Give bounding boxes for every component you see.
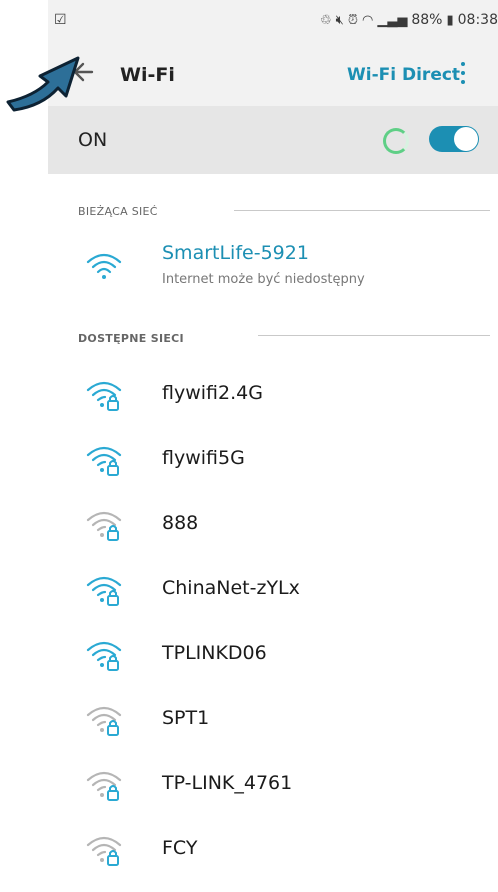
wifi-locked-icon bbox=[86, 381, 122, 411]
network-name: SPT1 bbox=[162, 707, 210, 729]
page-title: Wi-Fi bbox=[120, 64, 175, 86]
network-name: ChinaNet-zYLx bbox=[162, 577, 300, 599]
wifi-signal-icon bbox=[86, 253, 122, 279]
network-name: FCY bbox=[162, 837, 198, 859]
wifi-locked-icon bbox=[86, 641, 122, 671]
available-networks-section-label: DOSTĘPNE SIECI bbox=[78, 332, 184, 345]
current-network-name: SmartLife-5921 bbox=[162, 242, 309, 264]
more-options-icon[interactable] bbox=[460, 62, 466, 88]
network-row[interactable]: SPT1 bbox=[48, 687, 498, 751]
status-bar: ☑ ♲ 🔇︎ ⏰︎ ◠ ▁▃▅ 88% ▮ 08:38 bbox=[48, 0, 498, 44]
alarm-icon: ⏰︎ bbox=[347, 12, 359, 28]
network-row[interactable]: flywifi5G bbox=[48, 427, 498, 491]
current-network-row[interactable]: SmartLife-5921 Internet może być niedost… bbox=[48, 238, 498, 302]
pointer-arrow-icon bbox=[6, 56, 80, 112]
wifi-direct-button[interactable]: Wi-Fi Direct bbox=[347, 65, 460, 85]
wifi-locked-icon bbox=[86, 446, 122, 476]
wifi-locked-icon bbox=[86, 576, 122, 606]
battery-percent: 88% bbox=[411, 12, 443, 28]
mute-icon: 🔇︎ bbox=[335, 12, 344, 28]
network-row[interactable]: TP-LINK_4761 bbox=[48, 752, 498, 816]
battery-icon: ▮ bbox=[446, 12, 454, 28]
wifi-master-switch-row[interactable]: ON bbox=[48, 106, 498, 174]
recycle-icon: ♲ bbox=[320, 12, 332, 28]
app-bar: Wi-Fi Wi-Fi Direct bbox=[48, 44, 498, 106]
signal-icon: ▁▃▅ bbox=[377, 12, 408, 28]
status-icons: ♲ 🔇︎ ⏰︎ ◠ ▁▃▅ 88% ▮ 08:38 bbox=[320, 12, 498, 28]
network-row[interactable]: FCY bbox=[48, 817, 498, 881]
wifi-locked-icon bbox=[86, 706, 122, 736]
section-divider bbox=[258, 335, 490, 336]
network-name: flywifi2.4G bbox=[162, 382, 263, 404]
network-name: TP-LINK_4761 bbox=[162, 772, 293, 794]
section-divider bbox=[234, 210, 490, 211]
wifi-toggle[interactable] bbox=[429, 126, 479, 152]
network-name: TPLINKD06 bbox=[162, 642, 267, 664]
wifi-locked-icon bbox=[86, 836, 122, 866]
scanning-spinner-icon bbox=[383, 128, 409, 154]
network-row[interactable]: ChinaNet-zYLx bbox=[48, 557, 498, 621]
current-network-status: Internet może być niedostępny bbox=[162, 272, 365, 287]
network-row[interactable]: 888 bbox=[48, 492, 498, 556]
clock: 08:38 bbox=[457, 12, 498, 28]
notification-icon: ☑ bbox=[54, 12, 67, 28]
wifi-locked-icon bbox=[86, 511, 122, 541]
wifi-locked-icon bbox=[86, 771, 122, 801]
network-row[interactable]: flywifi2.4G bbox=[48, 362, 498, 426]
wifi-switch-label: ON bbox=[78, 129, 108, 151]
network-list: BIEŻĄCA SIEĆ SmartLife-5921 Internet moż… bbox=[48, 174, 498, 892]
network-name: 888 bbox=[162, 512, 199, 534]
wifi-status-icon: ◠ bbox=[362, 12, 374, 28]
network-name: flywifi5G bbox=[162, 447, 245, 469]
toggle-knob bbox=[454, 127, 478, 151]
current-network-section-label: BIEŻĄCA SIEĆ bbox=[78, 205, 158, 218]
network-row[interactable]: TPLINKD06 bbox=[48, 622, 498, 686]
